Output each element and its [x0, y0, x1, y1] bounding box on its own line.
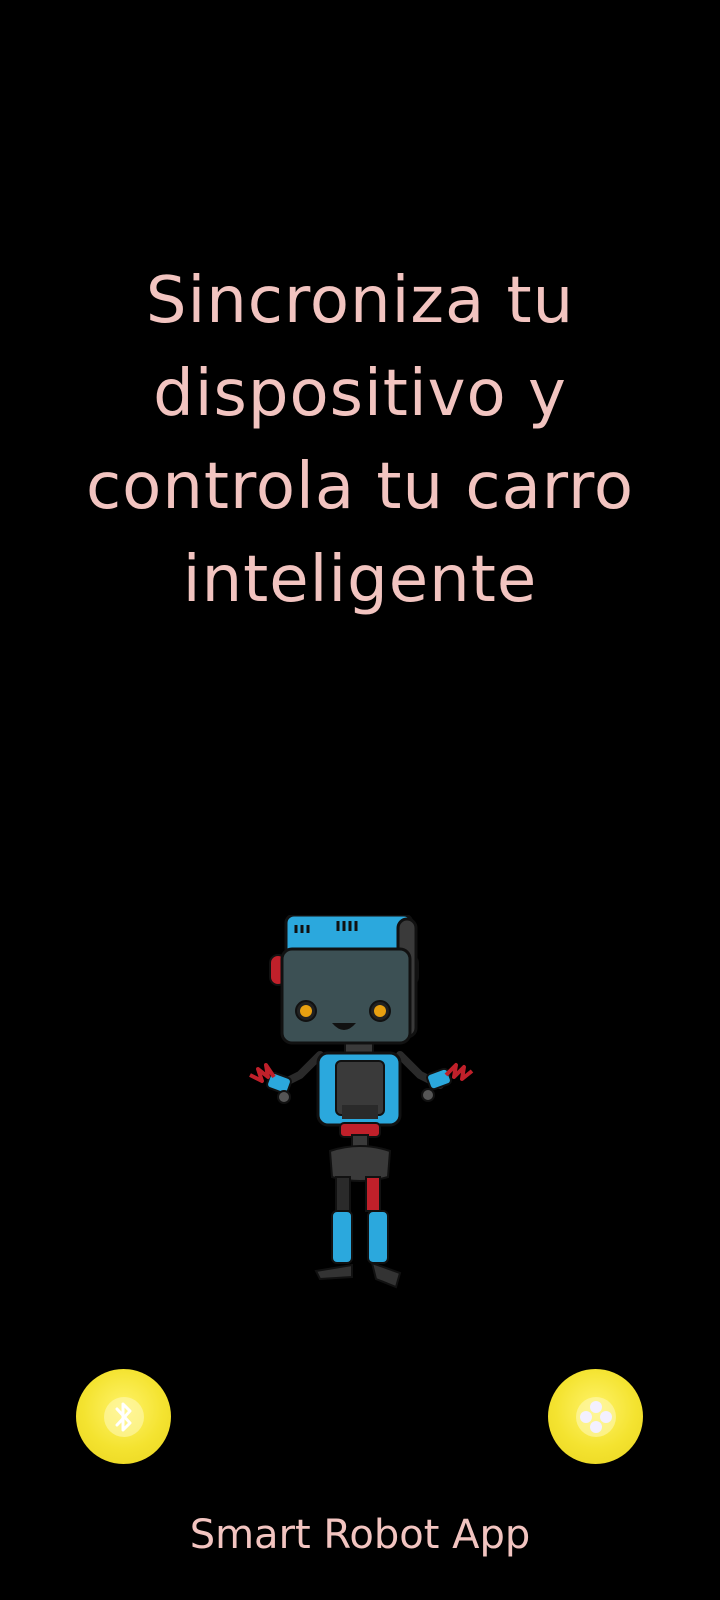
robot-left-arm: [249, 1051, 324, 1104]
robot-left-leg: [314, 1176, 353, 1281]
bluetooth-button[interactable]: [76, 1369, 171, 1464]
gamepad-button[interactable]: [548, 1369, 643, 1464]
robot-right-arm: [396, 1051, 474, 1102]
robot-right-leg: [365, 1176, 402, 1289]
screen: Sincroniza tu dispositivo y controla tu …: [0, 0, 720, 1600]
bluetooth-icon: [115, 1402, 131, 1431]
bluetooth-icon-wrapper: [103, 1396, 144, 1437]
gamepad-icon-wrapper: [575, 1396, 616, 1437]
robot-torso: [316, 1051, 402, 1127]
app-name-footer: Smart Robot App: [189, 1512, 531, 1558]
robot-head: [269, 915, 419, 1045]
headline-text: Sincroniza tu dispositivo y controla tu …: [85, 264, 635, 617]
gamepad-icon: [579, 1400, 612, 1433]
robot-illustration: [249, 915, 474, 1289]
